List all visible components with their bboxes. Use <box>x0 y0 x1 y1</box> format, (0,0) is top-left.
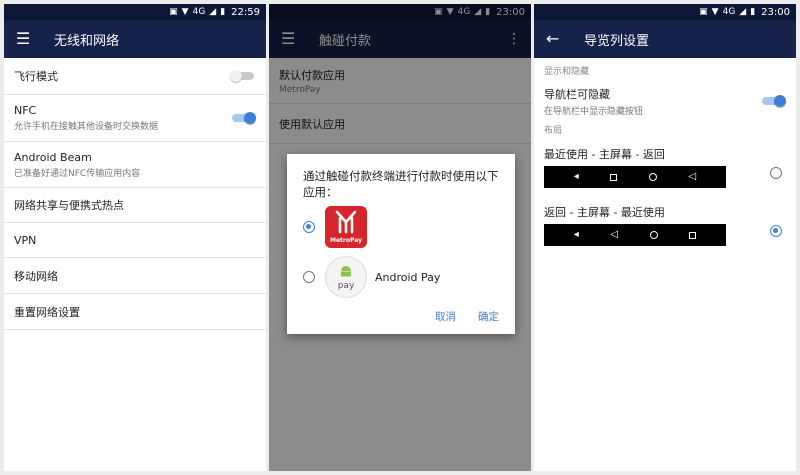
back-triangle-icon: ◁ <box>688 171 697 182</box>
radio-layout-recents-home-back[interactable] <box>770 167 782 179</box>
row-summary: 在导航栏中显示隐藏按钮 <box>544 106 644 117</box>
layout-option-recents-home-back[interactable]: 最近使用 - 主屏幕 - 返回 ◂ ◁ <box>534 146 796 204</box>
signal-icon: ◢ <box>209 7 217 17</box>
recents-square-icon <box>689 231 697 239</box>
settings-list: 飞行模式 NFC 允许手机在接触其他设备时交换数据 Android Beam 已… <box>4 58 266 330</box>
status-time: 23:00 <box>761 6 790 18</box>
navbar-preview: ◂ ◁ <box>544 224 726 246</box>
nfc-status-icon: ▣ <box>169 7 178 17</box>
home-circle-icon <box>649 231 658 239</box>
nfc-toggle[interactable] <box>232 112 256 124</box>
payment-app-dialog: 通过触碰付款终端进行付款时使用以下应用： MetroPay pay Androi… <box>287 154 515 334</box>
row-label: VPN <box>14 233 37 247</box>
status-time: 22:59 <box>231 6 260 18</box>
row-label: 网络共享与便携式热点 <box>14 199 124 212</box>
recents-square-icon <box>610 173 618 181</box>
toggle-knob <box>774 95 786 107</box>
tethering-hotspot-row[interactable]: 网络共享与便携式热点 <box>4 188 266 223</box>
back-triangle-icon: ◁ <box>610 229 619 240</box>
option-android-pay[interactable]: pay Android Pay <box>303 256 499 298</box>
layout-label: 最近使用 - 主屏幕 - 返回 <box>544 148 665 161</box>
toggle-knob <box>244 112 256 124</box>
navbar-hideable-row[interactable]: 导航栏可隐藏 在导航栏中显示隐藏按钮 <box>534 82 796 120</box>
app-bar: ← 导览列设置 <box>534 20 796 58</box>
page-title: 导览列设置 <box>584 33 650 49</box>
hamburger-menu-icon[interactable]: ☰ <box>16 31 38 47</box>
layout-option-back-home-recents[interactable]: 返回 - 主屏幕 - 最近使用 ◂ ◁ <box>534 204 796 264</box>
metropay-logo-icon: MetroPay <box>325 206 367 248</box>
radio-android-pay[interactable] <box>303 271 315 283</box>
row-summary: 已准备好通过NFC传输应用内容 <box>14 168 141 179</box>
reset-network-row[interactable]: 重置网络设置 <box>4 294 266 330</box>
row-label: NFC <box>14 104 37 117</box>
tap-and-pay-screen: ▣ ▼ 4G ◢ ▮ 23:00 ☰ 触碰付款 ⋮ 默认付款应用 MetroPa… <box>269 4 531 471</box>
app-bar: ☰ 无线和网络 <box>4 20 266 58</box>
option-label: Android Pay <box>375 270 441 284</box>
home-circle-icon <box>648 173 657 181</box>
row-label: 重置网络设置 <box>14 305 80 319</box>
metropay-logo-text: MetroPay <box>329 237 362 244</box>
layout-label: 返回 - 主屏幕 - 最近使用 <box>544 206 665 219</box>
signal-icon: ◢ <box>739 7 747 17</box>
radio-layout-back-home-recents[interactable] <box>770 225 782 237</box>
android-pay-logo-icon: pay <box>325 256 367 298</box>
network-type: 4G <box>192 7 206 17</box>
vpn-row[interactable]: VPN <box>4 223 266 258</box>
mobile-network-row[interactable]: 移动网络 <box>4 258 266 294</box>
row-label: Android Beam <box>14 150 92 164</box>
metro-mark-icon <box>335 210 357 234</box>
android-robot-icon <box>341 266 351 277</box>
battery-icon: ▮ <box>750 7 756 17</box>
back-arrow-icon[interactable]: ← <box>546 31 568 47</box>
navbar-hideable-toggle[interactable] <box>762 95 786 107</box>
row-label: 飞行模式 <box>14 70 58 83</box>
navbar-preview: ◂ ◁ <box>544 166 726 188</box>
toggle-knob <box>230 70 242 82</box>
status-bar: ▣ ▼ 4G ◢ ▮ 22:59 <box>4 4 266 20</box>
option-metropay[interactable]: MetroPay <box>303 206 499 248</box>
android-beam-row[interactable]: Android Beam 已准备好通过NFC传输应用内容 <box>4 142 266 188</box>
wireless-networks-screen: ▣ ▼ 4G ◢ ▮ 22:59 ☰ 无线和网络 飞行模式 NFC 允许手机在接… <box>4 4 266 471</box>
airplane-mode-row[interactable]: 飞行模式 <box>4 58 266 95</box>
status-bar: ▣ ▼ 4G ◢ ▮ 23:00 <box>534 4 796 20</box>
network-type: 4G <box>722 7 736 17</box>
dialog-title: 通过触碰付款终端进行付款时使用以下应用： <box>303 169 499 199</box>
android-pay-logo-text: pay <box>337 281 355 291</box>
airplane-mode-toggle[interactable] <box>230 70 254 82</box>
nav-dot-icon: ◂ <box>573 171 579 182</box>
cancel-button[interactable]: 取消 <box>435 309 456 324</box>
nav-dot-icon: ◂ <box>573 229 579 240</box>
nfc-status-icon: ▣ <box>699 7 708 17</box>
dialog-actions: 取消 确定 <box>435 309 499 324</box>
wifi-icon: ▼ <box>181 7 189 17</box>
nfc-row[interactable]: NFC 允许手机在接触其他设备时交换数据 <box>4 95 266 142</box>
row-summary: 允许手机在接触其他设备时交换数据 <box>14 122 159 132</box>
wifi-icon: ▼ <box>711 7 719 17</box>
row-label: 移动网络 <box>14 269 58 283</box>
radio-metropay[interactable] <box>303 221 315 233</box>
page-title: 无线和网络 <box>54 33 120 49</box>
battery-icon: ▮ <box>220 7 226 17</box>
navbar-settings-screen: ▣ ▼ 4G ◢ ▮ 23:00 ← 导览列设置 显示和隐藏 导航栏可隐藏 在导… <box>534 4 796 471</box>
ok-button[interactable]: 确定 <box>478 309 499 324</box>
row-label: 导航栏可隐藏 <box>544 87 610 101</box>
section-header-layout: 布局 <box>544 126 563 136</box>
section-header-show-hide: 显示和隐藏 <box>544 67 590 77</box>
